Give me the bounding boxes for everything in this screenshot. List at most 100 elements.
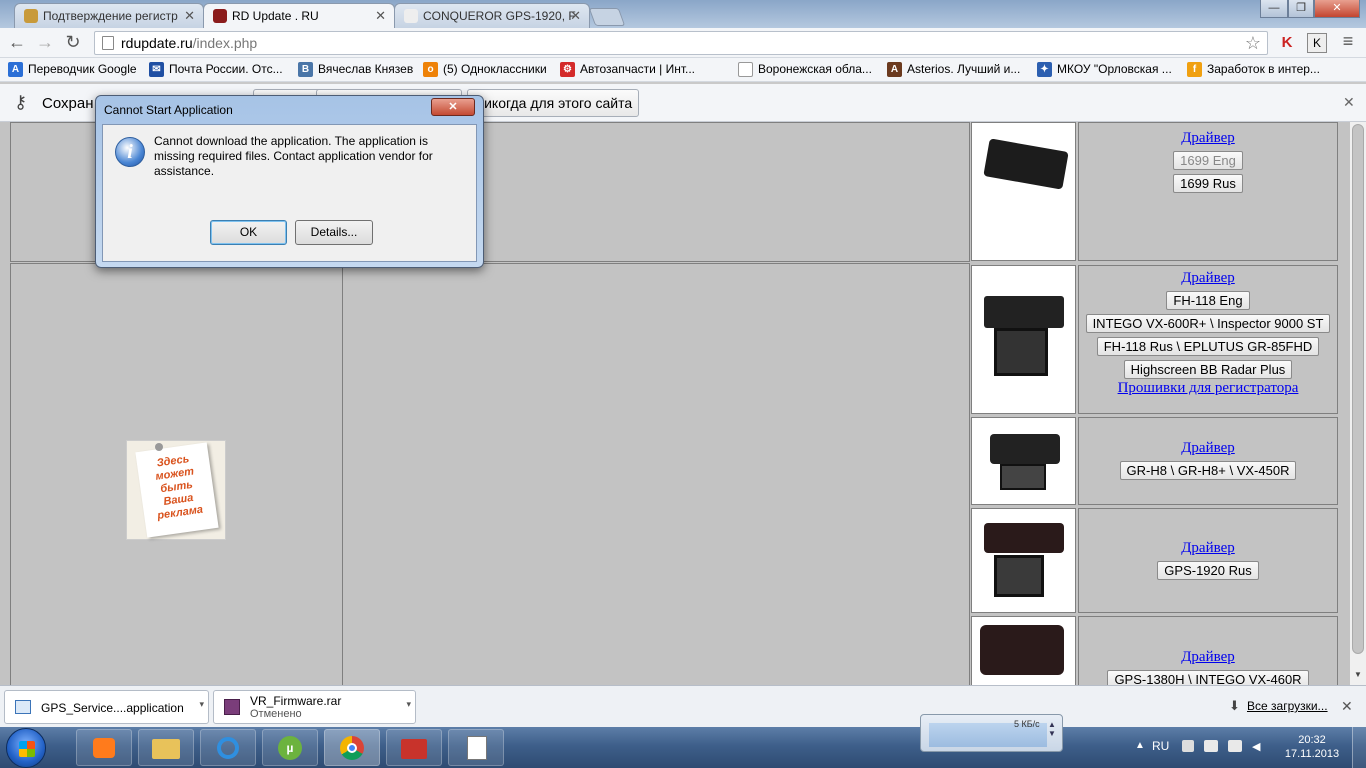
dialog-body: i Cannot download the application. The a… [102,124,477,262]
kaspersky-icon[interactable]: K [1278,34,1296,52]
network-icon[interactable] [1228,740,1242,752]
infobar-close-icon[interactable]: ✕ [1343,94,1355,111]
firmware-button[interactable]: GPS-1380H \ INTEGO VX-460R [1107,670,1309,685]
firmware-button[interactable]: 1699 Eng [1173,151,1243,170]
download-arrow-icon: ⬇ [1229,698,1240,713]
odnoklassniki-icon: о [423,62,438,77]
reload-icon[interactable]: ↻ [62,32,84,54]
never-for-site-button[interactable]: Никогда для этого сайта [467,89,640,117]
vertical-scrollbar[interactable]: ▲ ▼ [1350,122,1366,685]
asterios-icon: A [887,62,902,77]
clock[interactable]: 20:32 17.11.2013 [1282,733,1342,761]
menu-icon[interactable]: ≡ [1338,31,1358,53]
net-speed: 5 КБ/с [1014,719,1040,729]
chevron-down-icon[interactable]: ▾ [406,699,411,710]
chevron-down-icon[interactable]: ▾ [199,699,204,710]
bookmark-vk[interactable]: В Вячеслав Князев [298,62,413,77]
back-icon[interactable]: ← [6,32,28,54]
bookmark-russian-post[interactable]: ✉ Почта России. Отс... [149,62,283,77]
driver-link[interactable]: Драйвер [1079,270,1337,287]
tab-close-icon[interactable]: ✕ [184,8,195,24]
driver-link[interactable]: Драйвер [1079,130,1337,147]
driver-link[interactable]: Драйвер [1079,440,1337,457]
product-image-cell [971,616,1076,685]
close-window-button[interactable]: ✕ [1314,0,1360,18]
firmware-button[interactable]: GR-H8 \ GR-H8+ \ VX-450R [1119,461,1297,480]
ok-button[interactable]: OK [210,220,287,245]
tab-rd-update[interactable]: RD Update . RU ✕ [203,3,395,28]
scroll-arrows-icon[interactable]: ▲ ▼ [1048,720,1060,746]
key-icon: ⚷ [14,92,28,112]
tab-title: Подтверждение регистр [43,9,178,23]
clock-time: 20:32 [1298,734,1326,746]
chrome-icon[interactable] [324,729,380,766]
tab-conqueror[interactable]: CONQUEROR GPS-1920, F ✕ [394,3,590,28]
tray-app-icon[interactable] [1182,740,1194,752]
show-hidden-icons-icon[interactable]: ▲ [1135,740,1145,751]
tab-close-icon[interactable]: ✕ [375,8,386,24]
toolbox-icon[interactable] [386,729,442,766]
dialog-message: Cannot download the application. The app… [154,134,433,178]
dashcam-screen-image [994,328,1048,376]
windows-logo-icon [19,741,35,757]
bookmark-mkou[interactable]: ✦ МКОУ "Орловская ... [1037,62,1172,77]
info-icon: i [115,137,145,167]
firmware-button[interactable]: FH-118 Rus \ EPLUTUS GR-85FHD [1096,337,1320,356]
firmware-button[interactable]: FH-118 Eng [1166,291,1250,310]
firmware-button[interactable]: GPS-1920 Rus [1157,561,1259,580]
document-icon[interactable] [448,729,504,766]
new-tab-button[interactable] [588,8,626,26]
product-image-cell [971,417,1076,505]
firmware-button[interactable]: Highscreen BB Radar Plus [1123,360,1293,379]
details-button[interactable]: Details... [295,220,373,245]
bookmarks-bar: A Переводчик Google ✉ Почта России. Отс...… [0,58,1366,82]
firmware-button[interactable]: 1699 Rus [1173,174,1243,193]
bookmark-odnoklassniki[interactable]: о (5) Одноклассники [423,62,547,77]
bookmark-star-icon[interactable]: ☆ [1245,32,1261,54]
internet-explorer-icon[interactable] [200,729,256,766]
ad-banner[interactable]: Здесь может быть Ваша реклама [126,440,226,540]
firmware-button[interactable]: INTEGO VX-600R+ \ Inspector 9000 ST [1085,314,1331,333]
bookmark-autoparts[interactable]: ⚙ Автозапчасти | Инт... [560,62,695,77]
file-explorer-icon[interactable] [138,729,194,766]
downloads-close-icon[interactable]: ✕ [1341,698,1353,715]
tab-registration[interactable]: Подтверждение регистр ✕ [14,3,204,28]
dialog-close-button[interactable]: ✕ [431,98,475,116]
volume-icon[interactable]: ◀ [1252,740,1264,753]
show-desktop-button[interactable] [1352,727,1366,768]
bookmark-asterios[interactable]: A Asterios. Лучший и... [887,62,1020,77]
url-host: rdupdate.ru [121,35,193,51]
minimize-button[interactable]: — [1260,0,1288,18]
recorder-firmware-link[interactable]: Прошивки для регистратора [1079,380,1337,397]
scroll-down-icon[interactable]: ▼ [1352,670,1364,682]
dashcam-screen-image [994,555,1044,597]
language-indicator[interactable]: RU [1152,739,1169,753]
all-downloads-link[interactable]: Все загрузки... [1247,699,1328,713]
infobar-message: Сохран [42,95,94,112]
radar-detector-image [980,625,1064,675]
radar-detector-image [984,523,1064,553]
driver-link[interactable]: Драйвер [1079,540,1337,557]
bookmark-earnings[interactable]: f Заработок в интер... [1187,62,1320,77]
driver-link[interactable]: Драйвер [1079,649,1337,666]
forward-icon[interactable]: → [34,32,56,54]
bookmark-voronezh[interactable]: Воронежская обла... [738,62,872,77]
flag-icon[interactable] [1204,740,1218,752]
address-bar[interactable]: rdupdate.ru/index.php ☆ [94,31,1268,55]
dashcam-radar-image [984,296,1064,328]
media-player-icon[interactable] [76,729,132,766]
clock-date: 17.11.2013 [1284,748,1340,760]
extension-icon[interactable]: K [1307,33,1327,53]
site-favicon-icon [213,9,227,23]
maximize-button[interactable]: ❐ [1288,0,1314,18]
product-row-fh118: Драйвер FH-118 Eng INTEGO VX-600R+ \ Ins… [1078,265,1338,414]
download-item[interactable]: VR_Firmware.rar Отменено ▾ [213,690,416,724]
dialog-title: Cannot Start Application [104,103,233,117]
bookmark-google-translate[interactable]: A Переводчик Google [8,62,137,77]
download-item[interactable]: GPS_Service....application ▾ [4,690,209,724]
tab-title: CONQUEROR GPS-1920, F [423,9,576,23]
utorrent-icon[interactable]: µ [262,729,318,766]
scroll-thumb[interactable] [1352,124,1364,654]
start-button[interactable] [6,728,46,768]
tab-close-icon[interactable]: ✕ [570,8,581,24]
